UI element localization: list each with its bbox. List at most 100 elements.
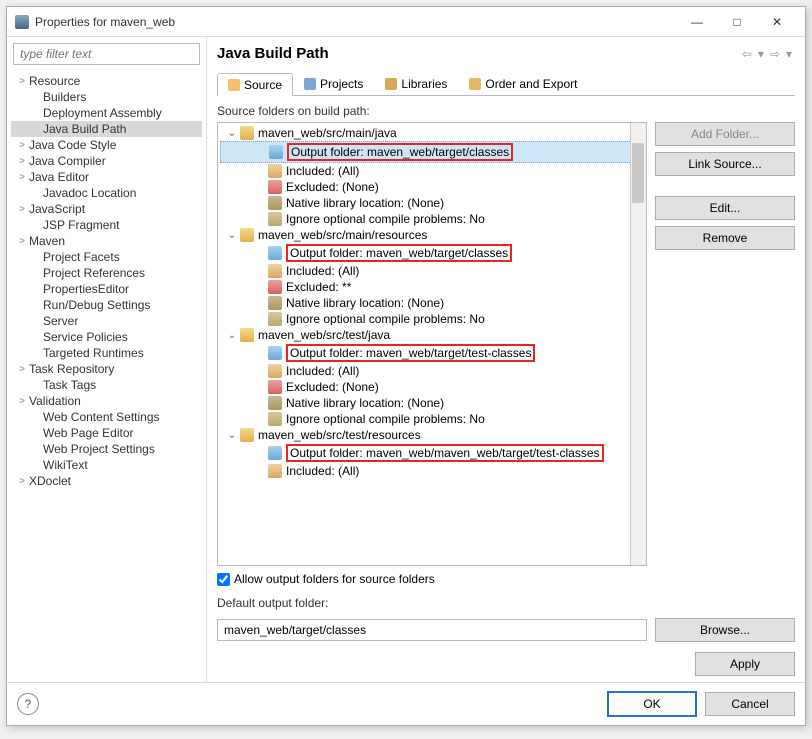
forward-arrow-icon[interactable]: ⇨ <box>770 47 780 61</box>
tree-label: Included: (All) <box>286 464 359 478</box>
expand-icon: > <box>15 476 29 487</box>
tree-node[interactable]: Excluded: (None) <box>220 379 644 395</box>
browse-button[interactable]: Browse... <box>655 618 795 642</box>
nav-item[interactable]: >Maven <box>11 233 202 249</box>
link-source-button[interactable]: Link Source... <box>655 152 795 176</box>
tree-node[interactable]: Ignore optional compile problems: No <box>220 411 644 427</box>
nav-item[interactable]: PropertiesEditor <box>11 281 202 297</box>
nav-label: Java Editor <box>29 170 89 184</box>
default-output-label: Default output folder: <box>217 596 795 610</box>
tree-node[interactable]: Output folder: maven_web/target/classes <box>220 243 644 263</box>
tree-node[interactable]: Ignore optional compile problems: No <box>220 211 644 227</box>
back-arrow-icon[interactable]: ⇦ <box>742 47 752 61</box>
tree-node[interactable]: Included: (All) <box>220 163 644 179</box>
tree-node[interactable]: Native library location: (None) <box>220 195 644 211</box>
bottom-bar: ? OK Cancel <box>7 682 805 725</box>
tree-label: Excluded: ** <box>286 280 351 294</box>
nav-item[interactable]: WikiText <box>11 457 202 473</box>
nav-item[interactable]: >Task Repository <box>11 361 202 377</box>
filter-input[interactable] <box>13 43 200 65</box>
nav-item[interactable]: JSP Fragment <box>11 217 202 233</box>
tab-source[interactable]: Source <box>217 73 293 96</box>
minimize-button[interactable]: — <box>677 8 717 36</box>
ign-icon <box>268 212 282 226</box>
maximize-button[interactable]: □ <box>717 8 757 36</box>
nav-item[interactable]: Web Page Editor <box>11 425 202 441</box>
default-output-input[interactable] <box>217 619 647 641</box>
tab-order-export[interactable]: Order and Export <box>458 72 588 95</box>
tab-libraries[interactable]: Libraries <box>374 72 458 95</box>
inc-icon <box>268 464 282 478</box>
nav-item[interactable]: >Validation <box>11 393 202 409</box>
expand-icon: > <box>15 236 29 247</box>
expand-icon: > <box>15 156 29 167</box>
tree-node[interactable]: ⌄maven_web/src/test/java <box>220 327 644 343</box>
source-tree-panel[interactable]: ⌄maven_web/src/main/java Output folder: m… <box>217 122 647 566</box>
nav-item[interactable]: >Java Compiler <box>11 153 202 169</box>
apply-button[interactable]: Apply <box>695 652 795 676</box>
tree-node[interactable]: ⌄maven_web/src/test/resources <box>220 427 644 443</box>
tree-node[interactable]: Native library location: (None) <box>220 395 644 411</box>
tree-twisty-icon: ⌄ <box>224 330 240 341</box>
tree-label: Ignore optional compile problems: No <box>286 212 485 226</box>
nav-item[interactable]: Project Facets <box>11 249 202 265</box>
tree-node[interactable]: Output folder: maven_web/target/classes <box>220 141 644 163</box>
nav-label: Java Build Path <box>43 122 126 136</box>
help-button[interactable]: ? <box>17 693 39 715</box>
nav-item[interactable]: Web Content Settings <box>11 409 202 425</box>
ok-button[interactable]: OK <box>607 691 697 717</box>
tree-label: maven_web/src/main/resources <box>258 228 427 242</box>
nav-item[interactable]: >XDoclet <box>11 473 202 489</box>
tab-projects[interactable]: Projects <box>293 72 374 95</box>
folder-icon <box>240 228 254 242</box>
back-dropdown-icon[interactable]: ▾ <box>758 47 764 61</box>
tree-node[interactable]: Included: (All) <box>220 263 644 279</box>
nav-item[interactable]: Deployment Assembly <box>11 105 202 121</box>
forward-dropdown-icon[interactable]: ▾ <box>786 47 792 61</box>
nav-tree[interactable]: >ResourceBuildersDeployment AssemblyJava… <box>7 71 206 682</box>
projects-icon <box>304 78 316 90</box>
tree-node[interactable]: Included: (All) <box>220 463 644 479</box>
scroll-thumb[interactable] <box>632 143 644 203</box>
nav-item[interactable]: >Java Editor <box>11 169 202 185</box>
nav-item[interactable]: Builders <box>11 89 202 105</box>
tree-label: Output folder: maven_web/target/classes <box>286 244 512 262</box>
remove-button[interactable]: Remove <box>655 226 795 250</box>
nav-item[interactable]: Web Project Settings <box>11 441 202 457</box>
main-panel: Java Build Path ⇦ ▾ ⇨ ▾ Source Projects … <box>207 37 805 682</box>
cancel-button[interactable]: Cancel <box>705 692 795 716</box>
nav-item[interactable]: >Resource <box>11 73 202 89</box>
tree-node[interactable]: ⌄maven_web/src/main/java <box>220 125 644 141</box>
nav-item[interactable]: Server <box>11 313 202 329</box>
scrollbar[interactable] <box>630 123 646 565</box>
tree-node[interactable]: Excluded: (None) <box>220 179 644 195</box>
tree-node[interactable]: Output folder: maven_web/maven_web/targe… <box>220 443 644 463</box>
add-folder-button[interactable]: Add Folder... <box>655 122 795 146</box>
out-icon <box>268 346 282 360</box>
tree-node[interactable]: ⌄maven_web/src/main/resources <box>220 227 644 243</box>
nav-item[interactable]: Service Policies <box>11 329 202 345</box>
nav-item[interactable]: Javadoc Location <box>11 185 202 201</box>
nav-item[interactable]: Targeted Runtimes <box>11 345 202 361</box>
inc-icon <box>268 164 282 178</box>
nav-item[interactable]: Run/Debug Settings <box>11 297 202 313</box>
nav-item[interactable]: Task Tags <box>11 377 202 393</box>
tree-node[interactable]: Excluded: ** <box>220 279 644 295</box>
tree-node[interactable]: Included: (All) <box>220 363 644 379</box>
nav-item[interactable]: >Java Code Style <box>11 137 202 153</box>
nav-item[interactable]: Project References <box>11 265 202 281</box>
tree-node[interactable]: Output folder: maven_web/target/test-cla… <box>220 343 644 363</box>
tree-node[interactable]: Ignore optional compile problems: No <box>220 311 644 327</box>
page-title: Java Build Path <box>217 45 739 62</box>
edit-button[interactable]: Edit... <box>655 196 795 220</box>
nat-icon <box>268 196 282 210</box>
tree-label: Included: (All) <box>286 164 359 178</box>
nav-item[interactable]: >JavaScript <box>11 201 202 217</box>
close-button[interactable]: ✕ <box>757 8 797 36</box>
allow-output-label: Allow output folders for source folders <box>234 572 435 586</box>
allow-output-checkbox[interactable] <box>217 573 230 586</box>
tree-label: Output folder: maven_web/target/classes <box>287 143 513 161</box>
tree-node[interactable]: Native library location: (None) <box>220 295 644 311</box>
nav-item[interactable]: Java Build Path <box>11 121 202 137</box>
dialog-body: >ResourceBuildersDeployment AssemblyJava… <box>7 37 805 682</box>
